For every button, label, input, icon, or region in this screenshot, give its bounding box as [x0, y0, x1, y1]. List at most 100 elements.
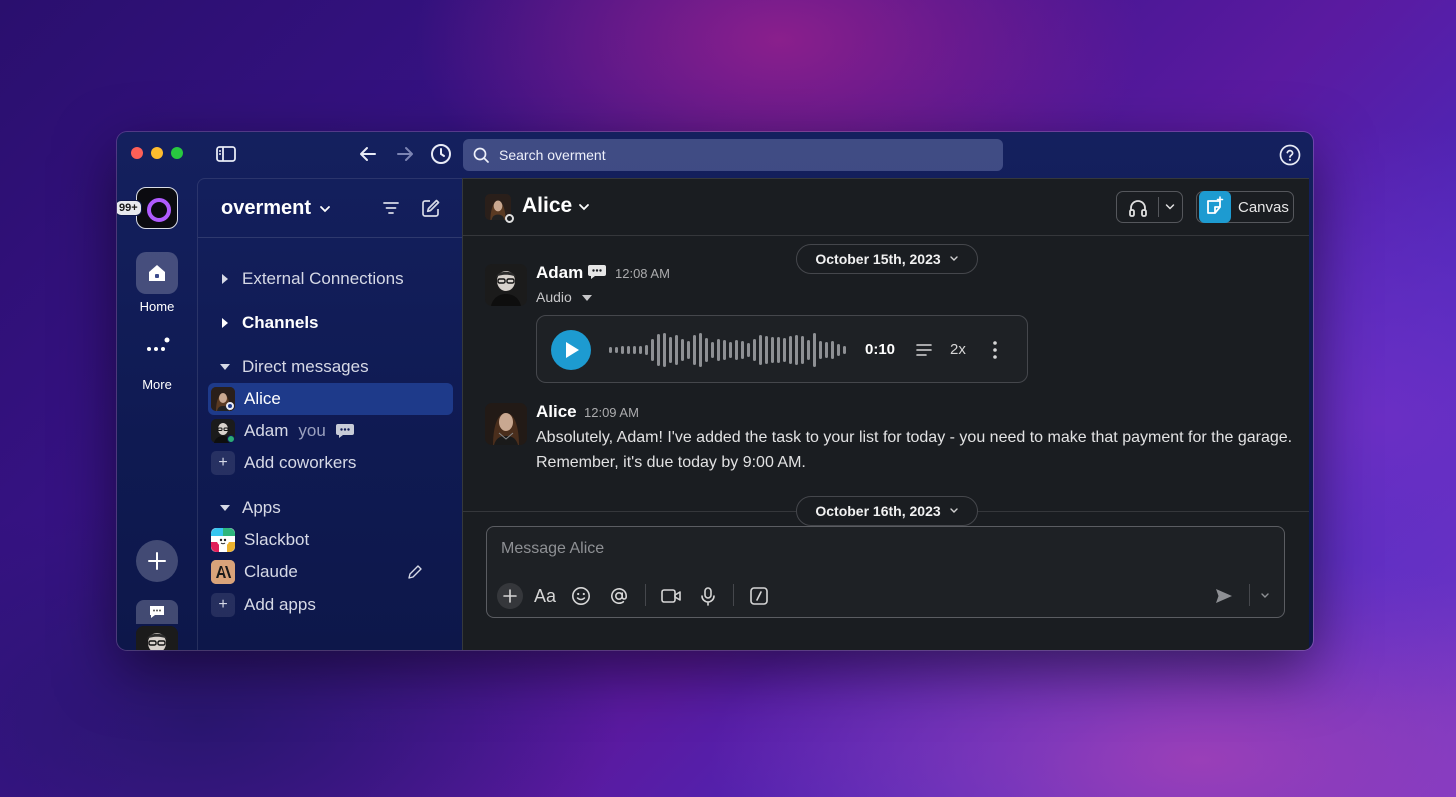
- history-clock-icon[interactable]: [430, 143, 454, 167]
- channel-header: Alice Canvas: [463, 179, 1309, 236]
- message-timestamp[interactable]: 12:09 AM: [584, 405, 639, 420]
- more-vertical-icon[interactable]: [988, 340, 1002, 360]
- toolbar-divider: [645, 584, 646, 606]
- message-author[interactable]: Adam: [536, 263, 583, 283]
- workspace-name: overment: [221, 197, 312, 219]
- waveform-bar: [615, 347, 618, 353]
- waveform-bar: [747, 343, 750, 357]
- mention-icon[interactable]: [606, 583, 632, 609]
- minimize-window-button[interactable]: [151, 147, 163, 159]
- section-label: Direct messages: [242, 357, 369, 376]
- audio-player: 0:10 2x: [536, 315, 1028, 383]
- formatting-button[interactable]: Aa: [532, 583, 558, 609]
- playback-speed-button[interactable]: 2x: [950, 341, 966, 358]
- waveform-bar: [813, 333, 816, 367]
- add-workspace-button[interactable]: [136, 540, 178, 582]
- waveform-bar: [819, 341, 822, 359]
- zoom-window-button[interactable]: [171, 147, 183, 159]
- channel-title-button[interactable]: Alice: [522, 194, 590, 218]
- app-label: Slackbot: [244, 530, 310, 549]
- plus-icon: [503, 589, 517, 603]
- transcript-lines-icon[interactable]: [915, 341, 933, 359]
- slack-window: Search overment 99+ Home More overment E…: [117, 132, 1313, 650]
- message-author[interactable]: Alice: [536, 402, 577, 422]
- message-composer[interactable]: Message Alice Aa: [486, 526, 1285, 618]
- alice-avatar: [211, 387, 235, 411]
- home-button[interactable]: [136, 252, 178, 294]
- compose-icon[interactable]: [420, 197, 442, 219]
- audio-waveform[interactable]: [609, 332, 846, 368]
- forward-arrow-icon[interactable]: [394, 143, 418, 167]
- waveform-bar: [651, 339, 654, 361]
- message-input[interactable]: Message Alice: [501, 540, 604, 558]
- home-icon: [149, 265, 165, 281]
- section-apps[interactable]: Apps: [208, 492, 453, 524]
- attach-plus-button[interactable]: [497, 583, 523, 609]
- away-status-dot: [226, 402, 234, 410]
- section-external-connections[interactable]: External Connections: [208, 263, 453, 295]
- channel-sidebar: overment External Connections Channels D…: [197, 178, 462, 650]
- video-clip-icon[interactable]: [658, 583, 684, 609]
- section-label: Apps: [242, 498, 281, 517]
- add-apps-button[interactable]: + Add apps: [208, 589, 453, 621]
- microphone-icon[interactable]: [695, 583, 721, 609]
- waveform-bar: [795, 335, 798, 365]
- alice-avatar[interactable]: [485, 403, 527, 445]
- emoji-icon[interactable]: [568, 583, 594, 609]
- section-channels[interactable]: Channels: [208, 307, 453, 339]
- toolbar-divider: [733, 584, 734, 606]
- send-icon[interactable]: [1211, 583, 1237, 609]
- user-avatar[interactable]: [136, 626, 178, 650]
- search-icon: [473, 147, 489, 163]
- play-button[interactable]: [551, 330, 591, 370]
- date-divider-button[interactable]: October 16th, 2023: [796, 496, 978, 526]
- huddle-button[interactable]: [1116, 191, 1183, 223]
- slackbot-icon: [211, 528, 235, 552]
- dm-shortcut-button[interactable]: [136, 600, 178, 624]
- filter-icon[interactable]: [380, 197, 402, 219]
- more-button[interactable]: [136, 326, 178, 368]
- date-divider-button[interactable]: October 15th, 2023: [796, 244, 978, 274]
- plus-icon: +: [211, 593, 235, 617]
- caret-right-icon: [208, 318, 242, 328]
- waveform-bar: [675, 335, 678, 365]
- search-bar[interactable]: Search overment: [463, 139, 1003, 171]
- date-label: October 15th, 2023: [815, 251, 941, 267]
- message-timestamp[interactable]: 12:08 AM: [615, 266, 670, 281]
- waveform-bar: [825, 342, 828, 358]
- app-item-slackbot[interactable]: Slackbot: [208, 524, 453, 556]
- workspace-switcher[interactable]: [136, 187, 178, 229]
- home-label: Home: [139, 299, 175, 314]
- canvas-button[interactable]: Canvas: [1196, 191, 1294, 223]
- help-icon[interactable]: [1279, 144, 1301, 166]
- play-icon: [566, 342, 579, 358]
- chevron-down-icon[interactable]: [1165, 203, 1175, 211]
- waveform-bar: [711, 342, 714, 358]
- section-direct-messages[interactable]: Direct messages: [208, 351, 453, 383]
- workspace-name-menu[interactable]: overment: [221, 197, 331, 220]
- waveform-bar: [789, 336, 792, 364]
- slash-command-icon[interactable]: [746, 583, 772, 609]
- waveform-bar: [705, 338, 708, 362]
- waveform-bar: [699, 333, 702, 367]
- close-window-button[interactable]: [131, 147, 143, 159]
- app-item-claude[interactable]: Claude: [208, 556, 453, 588]
- edit-pencil-icon[interactable]: [407, 564, 423, 580]
- add-coworkers-button[interactable]: + Add coworkers: [208, 447, 453, 479]
- adam-avatar[interactable]: [485, 264, 527, 306]
- caret-down-icon: [581, 295, 592, 301]
- dm-item-adam[interactable]: Adam you: [208, 415, 453, 447]
- huddle-divider: [1158, 197, 1159, 217]
- back-arrow-icon[interactable]: [357, 143, 381, 167]
- waveform-bar: [723, 340, 726, 360]
- waveform-bar: [777, 337, 780, 363]
- online-status-dot: [227, 435, 235, 443]
- app-label: Claude: [244, 562, 298, 581]
- dm-item-alice[interactable]: Alice: [208, 383, 453, 415]
- sidebar-toggle-icon[interactable]: [215, 143, 239, 167]
- send-options-chevron-icon[interactable]: [1252, 583, 1278, 609]
- waveform-bar: [729, 342, 732, 358]
- waveform-bar: [783, 338, 786, 362]
- dm-label: Alice: [244, 389, 281, 408]
- audio-toggle[interactable]: Audio: [536, 289, 592, 305]
